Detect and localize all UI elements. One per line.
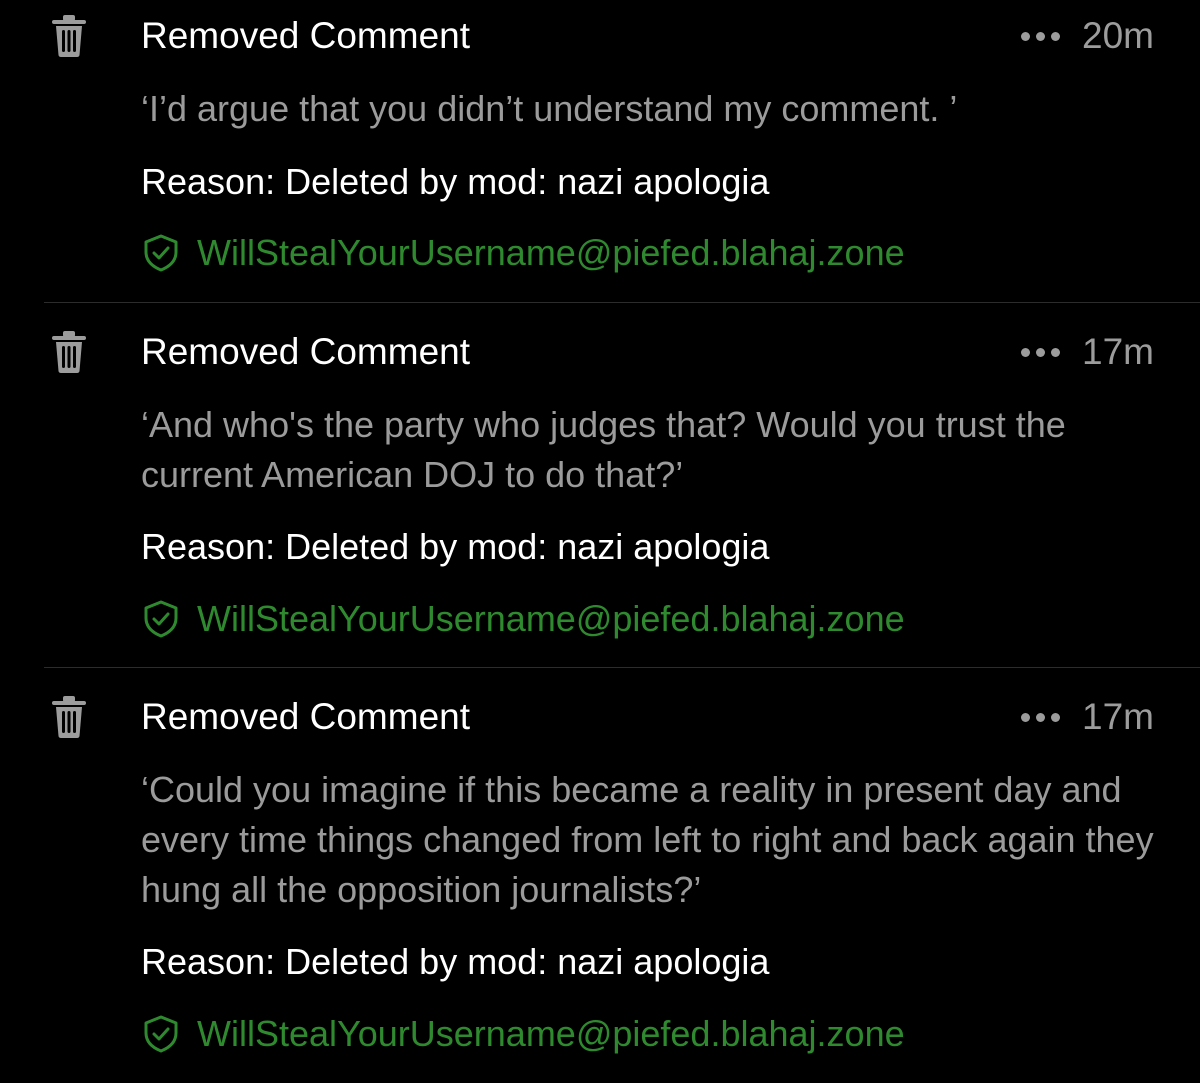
- timestamp: 17m: [1082, 331, 1154, 372]
- more-options-icon[interactable]: [1021, 31, 1061, 41]
- shield-check-icon: [144, 600, 178, 638]
- moderator-link[interactable]: WillStealYourUsername@piefed.blahaj.zone: [141, 1012, 905, 1056]
- divider: [44, 667, 1200, 668]
- moderator-name: WillStealYourUsername@piefed.blahaj.zone: [197, 598, 905, 639]
- shield-check-icon: [144, 234, 178, 272]
- trash-icon: [52, 15, 86, 57]
- trash-icon: [52, 696, 86, 738]
- removal-reason: Reason: Deleted by mod: nazi apologia: [141, 526, 770, 567]
- timestamp: 17m: [1082, 696, 1154, 737]
- removal-reason: Reason: Deleted by mod: nazi apologia: [141, 941, 770, 982]
- moderator-name: WillStealYourUsername@piefed.blahaj.zone: [197, 1013, 905, 1054]
- moderator-link[interactable]: WillStealYourUsername@piefed.blahaj.zone: [141, 597, 905, 641]
- trash-icon: [52, 331, 86, 373]
- removed-comment-text: ‘And who's the party who judges that? Wo…: [141, 404, 1066, 495]
- timestamp: 20m: [1082, 15, 1154, 56]
- entry-title: Removed Comment: [141, 331, 471, 372]
- removal-reason: Reason: Deleted by mod: nazi apologia: [141, 161, 770, 202]
- moderator-name: WillStealYourUsername@piefed.blahaj.zone: [197, 232, 905, 273]
- more-options-icon[interactable]: [1021, 712, 1061, 722]
- removed-comment-text: ‘I’d argue that you didn’t understand my…: [141, 88, 958, 129]
- moderator-link[interactable]: WillStealYourUsername@piefed.blahaj.zone: [141, 231, 905, 275]
- divider: [44, 302, 1200, 303]
- entry-title: Removed Comment: [141, 696, 471, 737]
- shield-check-icon: [144, 1015, 178, 1053]
- removed-comment-text: ‘Could you imagine if this became a real…: [141, 769, 1154, 910]
- more-options-icon[interactable]: [1021, 347, 1061, 357]
- entry-title: Removed Comment: [141, 15, 471, 56]
